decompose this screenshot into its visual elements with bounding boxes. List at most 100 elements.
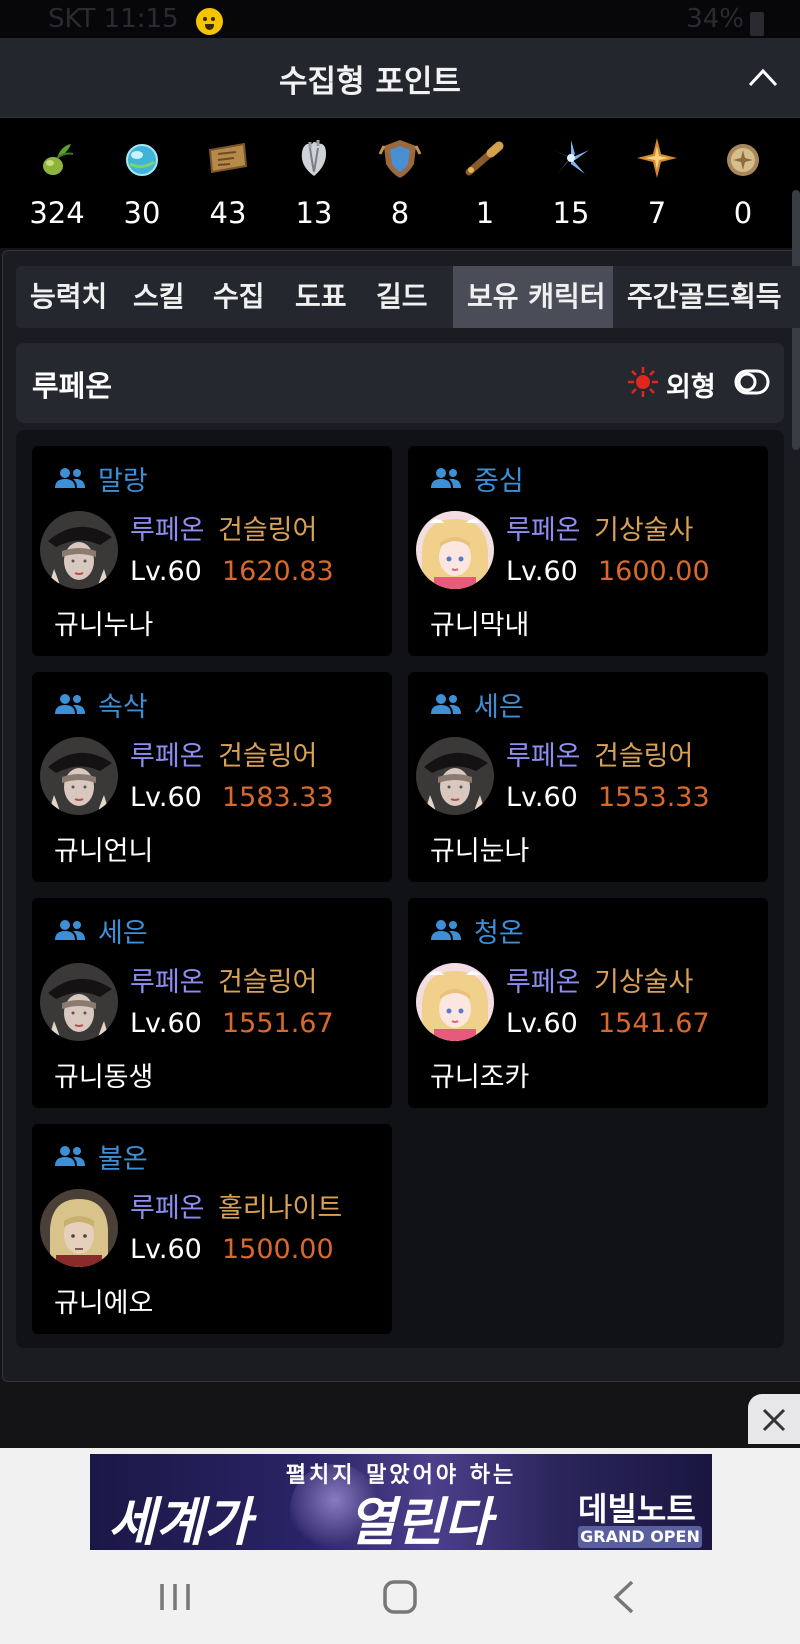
character-level: Lv.60 [130, 1234, 202, 1265]
character-server: 루페온 [506, 741, 581, 772]
item-level: 1553.33 [598, 782, 710, 813]
medal-icon [727, 144, 759, 176]
ad-close-button[interactable] [748, 1394, 800, 1444]
ad-headline-1: 세계가 [108, 1493, 252, 1550]
leaf-icon [553, 140, 589, 174]
point-medal[interactable]: 0 [703, 136, 783, 230]
recent-apps-icon[interactable] [150, 1574, 200, 1620]
point-seed[interactable]: 324 [17, 136, 97, 230]
item-level: 1620.83 [222, 556, 334, 587]
point-heart[interactable]: 13 [274, 136, 354, 230]
point-shield[interactable]: 8 [360, 136, 440, 230]
guild-icon [431, 694, 461, 714]
point-value: 15 [552, 196, 590, 230]
tab-guild[interactable]: 길드 [362, 266, 442, 328]
character-card[interactable]: 청온 루페온 기상술사 Lv.60 1541.67 규니조카 [408, 898, 768, 1108]
character-card[interactable]: 속삭 루페온 건슬링어 Lv.60 1583.33 규니언니 [32, 672, 392, 882]
tab-skills[interactable]: 스킬 [119, 266, 199, 328]
point-orb[interactable]: 30 [102, 136, 182, 230]
point-value: 7 [647, 196, 667, 230]
tab-weekly-gold[interactable]: 주간골드획득 [613, 266, 796, 328]
item-level: 1541.67 [598, 1008, 710, 1039]
guild-name: 속삭 [98, 692, 148, 723]
guild-icon [55, 920, 85, 940]
character-name: 규니조카 [430, 1062, 530, 1093]
notification-face-icon [196, 8, 223, 35]
server-name: 루페온 [32, 369, 113, 403]
character-class: 건슬링어 [218, 967, 318, 998]
tab-owned-characters[interactable]: 보유 캐릭터 [453, 266, 613, 328]
point-telescope[interactable]: 1 [445, 136, 525, 230]
guild-icon [431, 920, 461, 940]
battery-icon [750, 12, 764, 36]
status-bar: SKT 11:15 34% [0, 0, 800, 40]
close-icon [762, 1408, 786, 1432]
collection-points-row: 324 30 43 13 8 1 15 7 0 [0, 118, 800, 248]
character-name: 규니막내 [430, 610, 530, 641]
home-icon[interactable] [375, 1574, 425, 1620]
character-level: Lv.60 [506, 782, 578, 813]
appearance-label: 외형 [666, 372, 716, 403]
guild-icon [55, 694, 85, 714]
character-avatar [40, 511, 118, 589]
character-server: 루페온 [130, 1193, 205, 1224]
character-name: 규니동생 [54, 1062, 154, 1093]
point-value: 30 [123, 196, 161, 230]
character-level: Lv.60 [130, 782, 202, 813]
character-card[interactable]: 세은 루페온 건슬링어 Lv.60 1551.67 규니동생 [32, 898, 392, 1108]
back-icon[interactable] [600, 1574, 650, 1620]
orb-icon [126, 144, 158, 176]
character-level: Lv.60 [506, 556, 578, 587]
character-name: 규니누나 [54, 610, 154, 641]
character-avatar [416, 963, 494, 1041]
character-card[interactable]: 중심 루페온 기상술사 Lv.60 1600.00 규니막내 [408, 446, 768, 656]
guild-name: 중심 [474, 466, 524, 497]
guild-name: 세은 [98, 918, 148, 949]
item-level: 1500.00 [222, 1234, 334, 1265]
point-leaf[interactable]: 15 [531, 136, 611, 230]
ad-logo: 데빌노트 [578, 1490, 696, 1528]
section-header[interactable]: 수집형 포인트 [0, 38, 800, 118]
battery-percent: 34% [686, 4, 744, 34]
guild-icon [431, 468, 461, 488]
character-avatar [40, 1189, 118, 1267]
guild-name: 청온 [474, 918, 524, 949]
server-group-header: 루페온 외형 [16, 343, 784, 423]
character-level: Lv.60 [130, 1008, 202, 1039]
character-name: 규니에오 [54, 1288, 154, 1319]
guild-name: 불온 [98, 1144, 148, 1175]
map-icon [208, 142, 248, 174]
character-avatar [416, 511, 494, 589]
tab-collection[interactable]: 수집 [199, 266, 279, 328]
guild-name: 세은 [474, 692, 524, 723]
tab-stats[interactable]: 능력치 [16, 266, 121, 328]
character-card[interactable]: 말랑 루페온 건슬링어 Lv.60 1620.83 규니누나 [32, 446, 392, 656]
character-avatar [416, 737, 494, 815]
character-card[interactable]: 불온 루페온 홀리나이트 Lv.60 1500.00 규니에오 [32, 1124, 392, 1334]
point-value: 43 [209, 196, 247, 230]
guild-icon [55, 1146, 85, 1166]
character-server: 루페온 [130, 741, 205, 772]
character-class: 홀리나이트 [218, 1193, 343, 1224]
character-name: 규니언니 [54, 836, 154, 867]
star-icon [637, 138, 677, 178]
guild-name: 말랑 [98, 466, 148, 497]
guild-icon [55, 468, 85, 488]
seed-icon [43, 144, 74, 175]
tab-chart[interactable]: 도표 [281, 266, 361, 328]
character-avatar [40, 963, 118, 1041]
character-class: 건슬링어 [218, 741, 318, 772]
item-level: 1583.33 [222, 782, 334, 813]
toggle-icon[interactable] [734, 369, 770, 395]
ad-banner[interactable]: 펼치지 말았어야 하는 세계가 열린다 데빌노트 GRAND OPEN [90, 1454, 712, 1550]
character-server: 루페온 [506, 515, 581, 546]
point-value: 324 [29, 196, 85, 230]
character-class: 건슬링어 [218, 515, 318, 546]
system-nav-bar [0, 1550, 800, 1644]
character-card[interactable]: 세은 루페온 건슬링어 Lv.60 1553.33 규니눈나 [408, 672, 768, 882]
point-map[interactable]: 43 [188, 136, 268, 230]
point-star[interactable]: 7 [617, 136, 697, 230]
ad-badge: GRAND OPEN [578, 1526, 702, 1548]
chevron-up-icon[interactable] [748, 66, 778, 88]
tab-bar: 능력치 스킬 수집 도표 길드 보유 캐릭터 주간골드획득 [16, 266, 800, 328]
